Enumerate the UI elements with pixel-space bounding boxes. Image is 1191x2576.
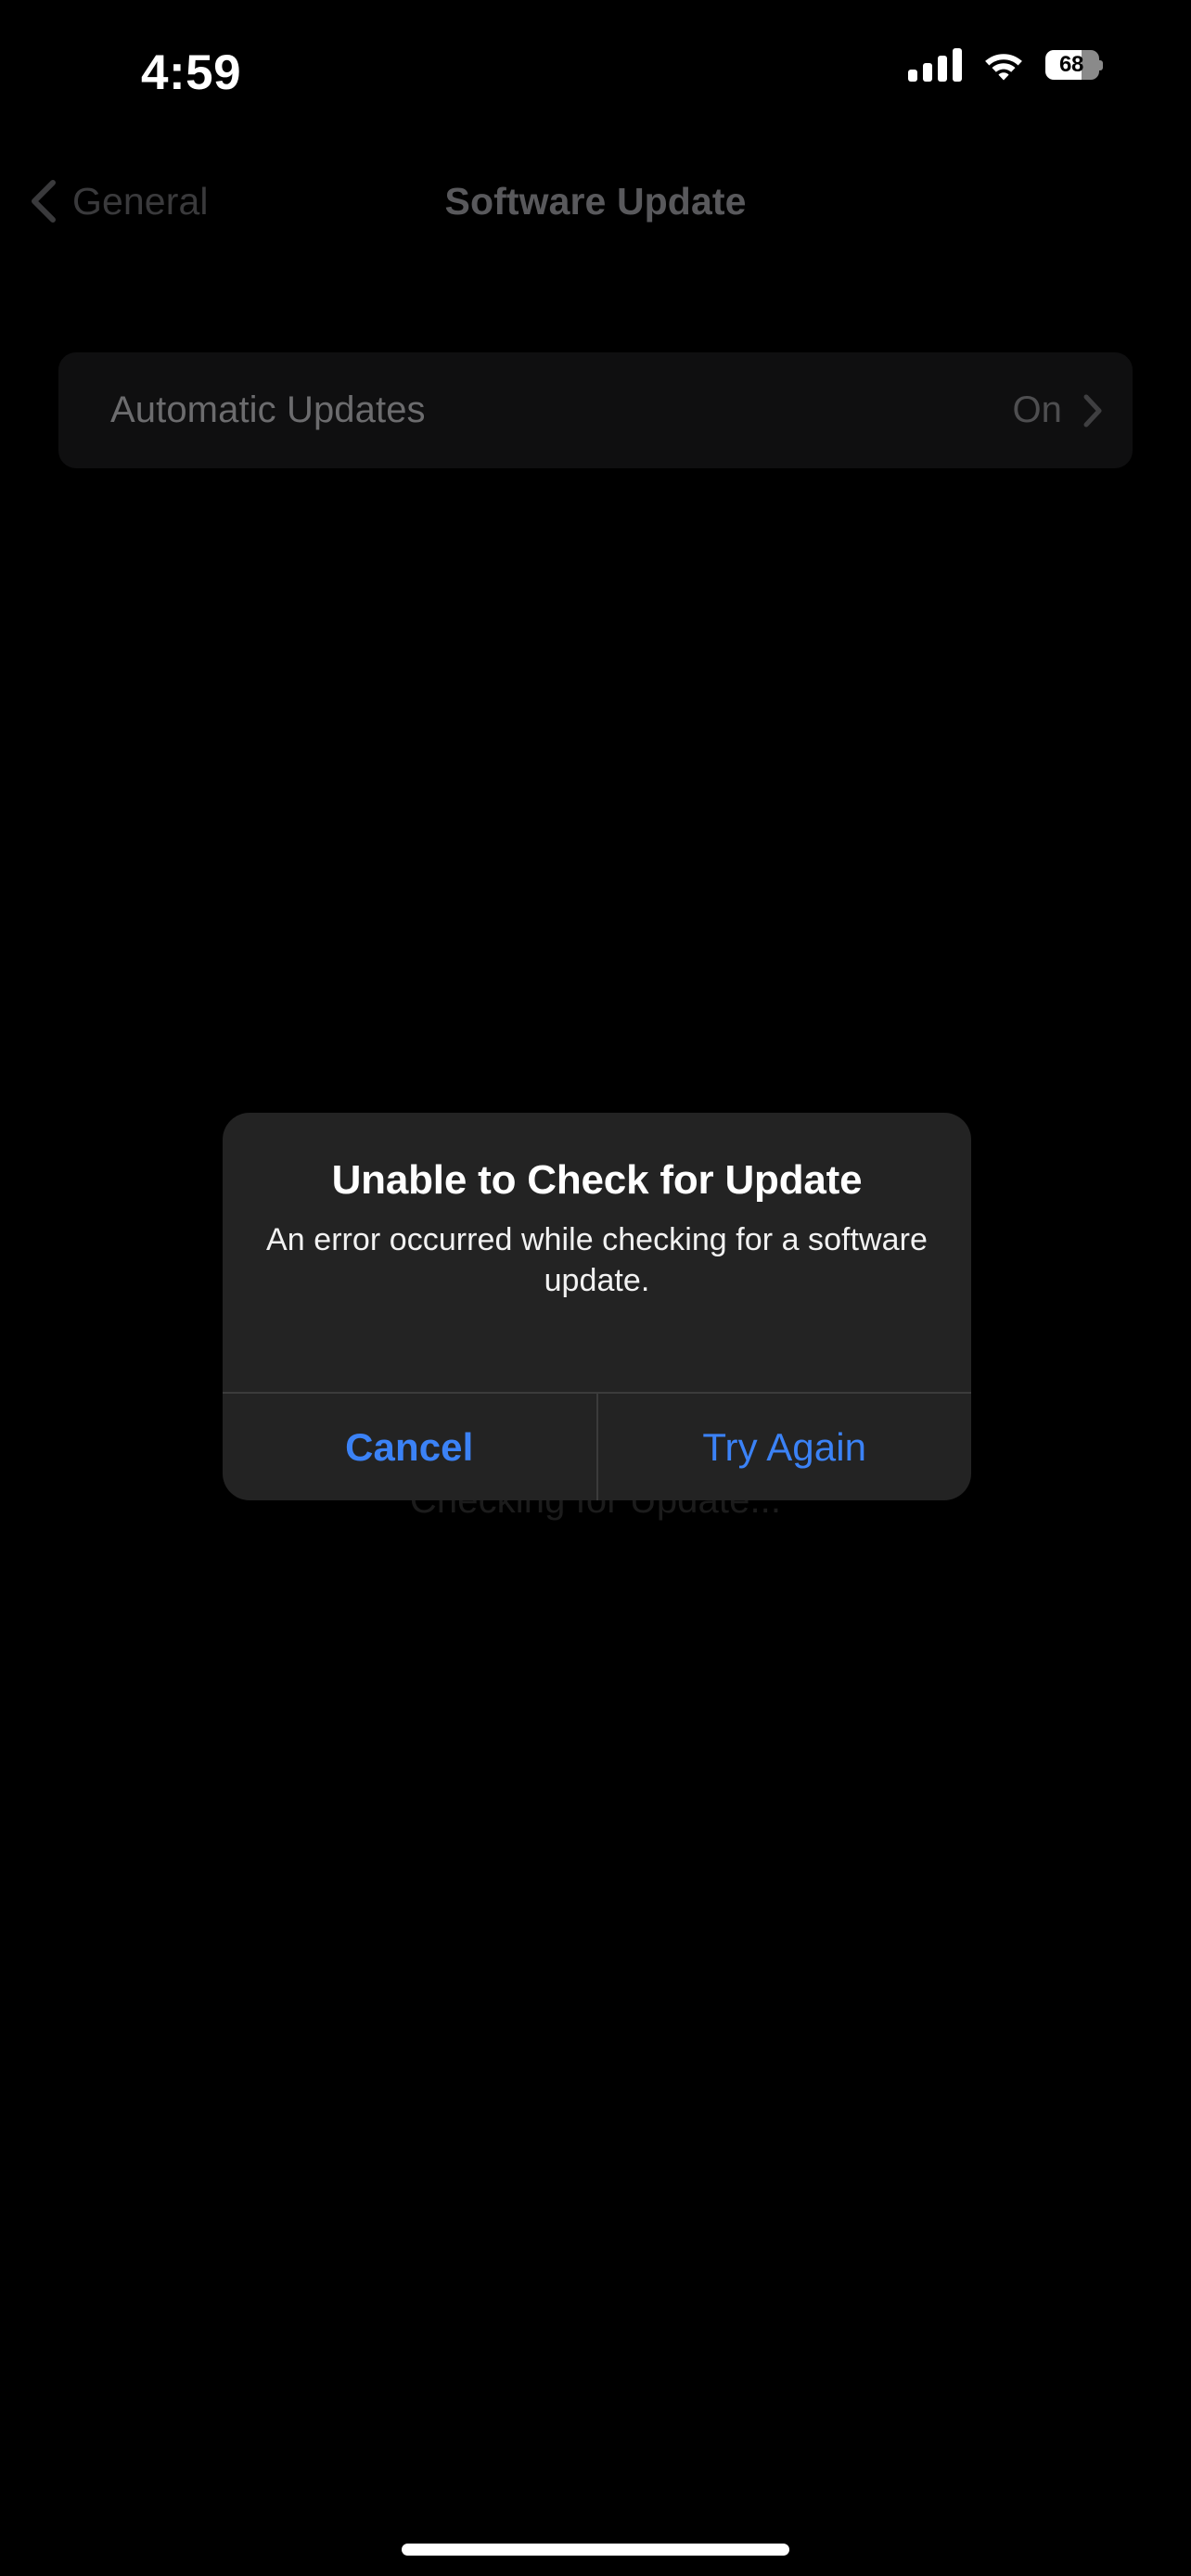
alert-content: Unable to Check for Update An error occu… xyxy=(223,1113,971,1392)
battery-percent-label: 68 xyxy=(1058,52,1084,77)
battery-icon: 68 xyxy=(1045,50,1103,80)
alert-dialog: Unable to Check for Update An error occu… xyxy=(223,1113,971,1500)
automatic-updates-value: On xyxy=(1012,389,1062,430)
battery-nub xyxy=(1099,60,1103,70)
status-bar: 4:59 68 xyxy=(0,0,1191,139)
automatic-updates-accessory: On xyxy=(1012,389,1103,431)
automatic-updates-label: Automatic Updates xyxy=(110,389,426,430)
wifi-icon xyxy=(982,49,1025,81)
alert-title: Unable to Check for Update xyxy=(331,1157,863,1203)
cancel-button[interactable]: Cancel xyxy=(223,1394,596,1500)
sidebar-item-automatic-updates[interactable]: Automatic Updates On xyxy=(58,352,1133,468)
cellular-bars-icon xyxy=(908,48,962,82)
chevron-right-icon xyxy=(1082,393,1103,428)
iphone-screen: 4:59 68 General Software Update Automati… xyxy=(0,0,1191,2576)
alert-message: An error occurred while checking for a s… xyxy=(266,1221,928,1298)
navigation-bar: General Software Update xyxy=(0,159,1191,243)
try-again-button[interactable]: Try Again xyxy=(598,1394,972,1500)
status-bar-indicators: 68 xyxy=(908,48,1103,82)
settings-group: Automatic Updates On xyxy=(58,352,1133,468)
home-indicator[interactable] xyxy=(402,2544,789,2556)
alert-actions: Cancel Try Again xyxy=(223,1392,971,1500)
page-title: Software Update xyxy=(444,179,747,223)
status-bar-time: 4:59 xyxy=(141,45,242,100)
